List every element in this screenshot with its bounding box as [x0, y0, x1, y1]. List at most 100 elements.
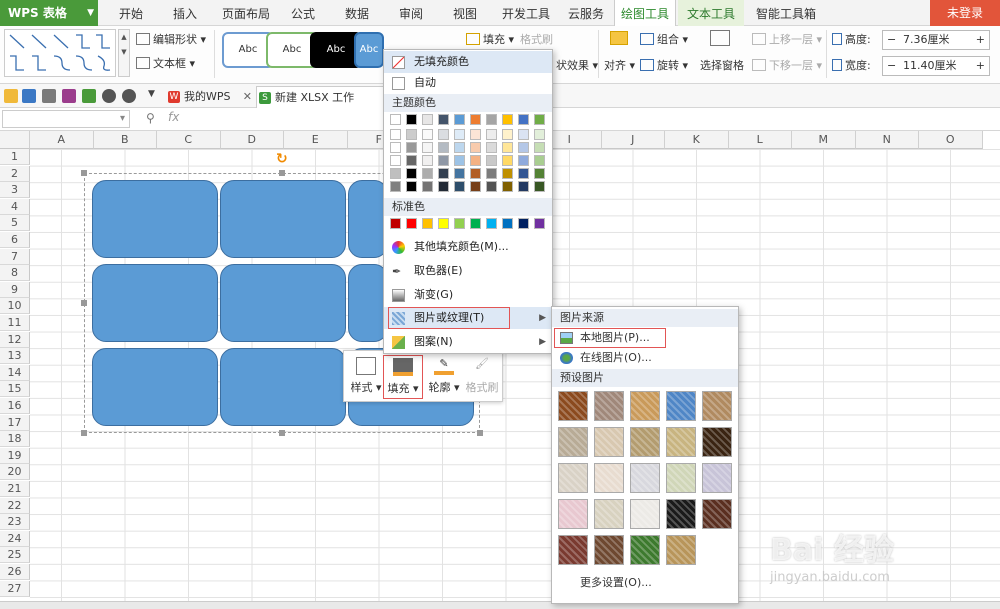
column-header[interactable]: B [93, 131, 157, 149]
close-icon[interactable]: ✕ [243, 86, 252, 108]
send-backward-button[interactable]: 下移一层 ▾ [752, 56, 822, 76]
preset-texture-tile[interactable] [630, 499, 660, 529]
theme-color-swatch[interactable] [438, 155, 449, 166]
row-header[interactable]: 10 [0, 298, 30, 315]
row-header[interactable]: 24 [0, 530, 30, 547]
resize-handle[interactable] [279, 430, 285, 436]
align-icon-box[interactable] [610, 30, 631, 50]
width-value[interactable]: 11.40厘米 [903, 57, 957, 75]
auto-fill-item[interactable]: 自动 [384, 72, 552, 94]
shape-style-4[interactable]: Abc [354, 32, 384, 68]
wps-app-menu[interactable]: WPS 表格 ▼ [0, 0, 98, 26]
rounded-rectangle-shape[interactable] [92, 264, 218, 342]
theme-color-swatch[interactable] [534, 155, 545, 166]
theme-color-swatch[interactable] [406, 155, 417, 166]
tab-cloud[interactable]: 云服务 [560, 0, 612, 26]
tab-drawing-tools[interactable]: 绘图工具 [614, 0, 676, 26]
tab-data[interactable]: 数据 [336, 0, 378, 26]
preset-texture-tile[interactable] [594, 427, 624, 457]
preset-texture-tile[interactable] [594, 391, 624, 421]
row-header[interactable]: 3 [0, 182, 30, 199]
edit-shape-button[interactable]: 编辑形状 ▾ [136, 30, 206, 50]
resize-handle[interactable] [81, 170, 87, 176]
row-header[interactable]: 18 [0, 431, 30, 448]
row-header[interactable]: 25 [0, 547, 30, 564]
row-header[interactable]: 7 [0, 248, 30, 265]
mini-outline-button[interactable]: ✎ 轮廓 ▾ [424, 355, 464, 399]
theme-color-swatch[interactable] [454, 168, 465, 179]
more-settings-item[interactable]: 更多设置(O)... [552, 573, 738, 593]
preset-texture-tile[interactable] [666, 535, 696, 565]
preset-texture-tile[interactable] [630, 535, 660, 565]
width-decrease-button[interactable]: − [887, 57, 896, 75]
save-icon[interactable] [22, 89, 36, 103]
preset-texture-tile[interactable] [558, 535, 588, 565]
column-header[interactable]: M [792, 131, 856, 149]
theme-color-swatch[interactable] [390, 168, 401, 179]
standard-color-swatch[interactable] [486, 218, 497, 229]
customize-toolbar-icon[interactable]: ▼ [148, 89, 155, 99]
column-header[interactable]: J [601, 131, 665, 149]
group-button[interactable]: 组合 ▾ [640, 30, 688, 50]
row-header[interactable]: 16 [0, 398, 30, 414]
select-pane-icon-box[interactable] [710, 30, 733, 50]
pattern-item[interactable]: 图案(N) ▶ [384, 331, 552, 353]
login-button[interactable]: 未登录 [930, 0, 1000, 26]
theme-color-swatch[interactable] [534, 142, 545, 153]
theme-color-swatch[interactable] [438, 129, 449, 140]
height-increase-button[interactable]: + [976, 31, 985, 49]
row-header[interactable]: 26 [0, 564, 30, 580]
theme-color-swatch[interactable] [534, 181, 545, 192]
theme-color-swatch[interactable] [534, 168, 545, 179]
rotate-button[interactable]: 旋转 ▾ [640, 56, 688, 76]
preset-texture-tile[interactable] [558, 499, 588, 529]
function-icon[interactable]: fx [168, 110, 179, 124]
tab-developer[interactable]: 开发工具 [496, 0, 556, 26]
column-header[interactable]: O [919, 131, 983, 149]
row-header[interactable]: 17 [0, 414, 30, 431]
column-header[interactable]: L [728, 131, 792, 149]
theme-color-swatch[interactable] [518, 155, 529, 166]
effect-button[interactable]: 状效果 ▾ [556, 56, 598, 76]
theme-color-swatch[interactable] [454, 181, 465, 192]
column-header[interactable]: C [157, 131, 221, 149]
theme-color-swatch[interactable] [502, 168, 513, 179]
row-header[interactable]: 15 [0, 381, 30, 398]
row-header[interactable]: 14 [0, 364, 30, 381]
row-header[interactable]: 9 [0, 281, 30, 298]
preset-texture-tile[interactable] [666, 463, 696, 493]
column-header[interactable]: N [855, 131, 919, 149]
column-header[interactable]: A [30, 131, 94, 149]
resize-handle[interactable] [279, 170, 285, 176]
select-pane-button[interactable]: 选择窗格 [700, 56, 744, 76]
resize-handle[interactable] [477, 430, 483, 436]
theme-color-swatch[interactable] [470, 181, 481, 192]
theme-color-swatch[interactable] [422, 168, 433, 179]
row-header[interactable]: 23 [0, 514, 30, 531]
gallery-scroll[interactable]: ▲ ▼ [118, 29, 130, 77]
theme-color-swatch[interactable] [486, 114, 497, 125]
rounded-rectangle-shape[interactable] [220, 180, 346, 258]
theme-color-swatch[interactable] [502, 142, 513, 153]
column-header[interactable]: D [220, 131, 284, 149]
redo-icon[interactable] [122, 89, 136, 103]
theme-color-swatch[interactable] [406, 114, 417, 125]
row-header[interactable]: 5 [0, 215, 30, 232]
theme-color-swatch[interactable] [438, 142, 449, 153]
preset-texture-tile[interactable] [702, 463, 732, 493]
row-header[interactable]: 20 [0, 464, 30, 481]
theme-color-swatch[interactable] [502, 129, 513, 140]
print-preview-icon[interactable] [82, 89, 96, 103]
preset-texture-tile[interactable] [594, 535, 624, 565]
theme-color-swatch[interactable] [534, 114, 545, 125]
preset-texture-tile[interactable] [666, 427, 696, 457]
preset-texture-tile[interactable] [594, 499, 624, 529]
horizontal-scrollbar[interactable] [0, 601, 1000, 609]
theme-color-swatch[interactable] [422, 114, 433, 125]
theme-color-swatch[interactable] [390, 129, 401, 140]
doc-tab-workbook[interactable]: S 新建 XLSX 工作表.xlsx [256, 86, 386, 108]
theme-color-swatch[interactable] [518, 181, 529, 192]
mini-painter-button[interactable]: 🖌 格式刷 [462, 355, 502, 399]
theme-color-swatch[interactable] [518, 142, 529, 153]
theme-color-swatch[interactable] [470, 168, 481, 179]
